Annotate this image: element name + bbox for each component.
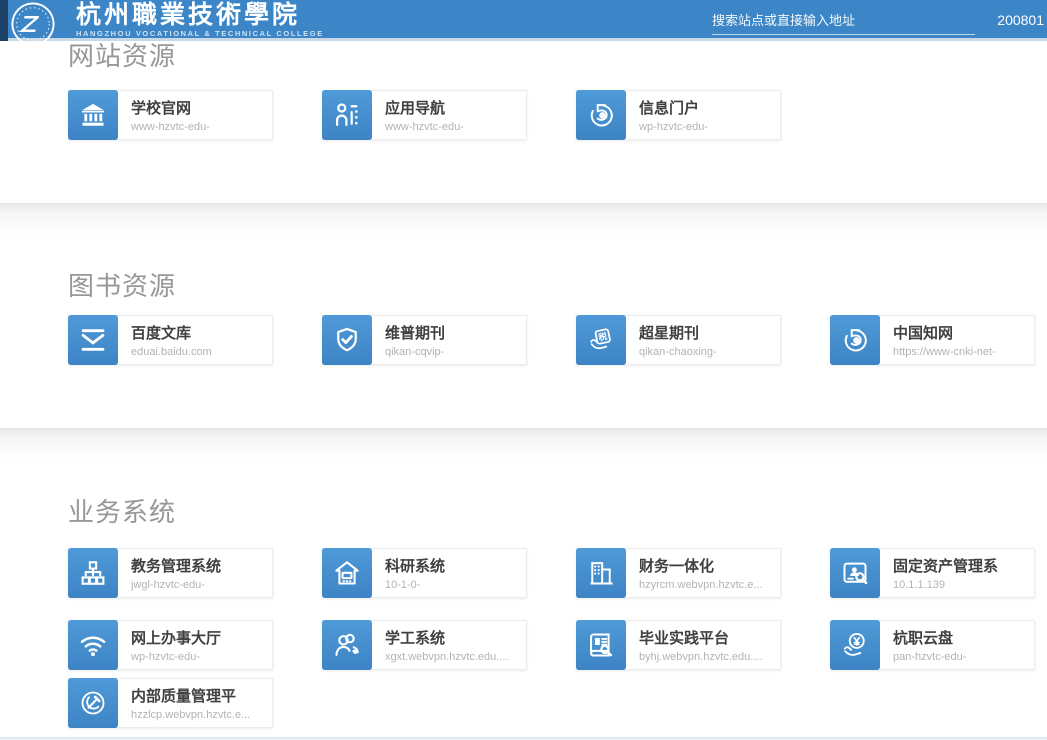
app-card-subtitle: qikan-cqvip- <box>385 346 445 358</box>
section-title-business-systems: 业务系统 <box>68 492 176 529</box>
library-resources-row: 百度文库 eduai.baidu.com 维普期刊 qikan-cqvip- 税 超星期刊… <box>68 315 1035 365</box>
document-library-icon <box>68 315 118 365</box>
business-systems-row-1: 教务管理系统 jwgl-hzvtc-edu- 科研系统 10-1-0- 财务一体化 hzy… <box>68 548 1035 598</box>
document-search-icon <box>576 620 626 670</box>
app-card-subtitle: wp-hzvtc-edu- <box>131 651 221 663</box>
top-header-bar: 杭州職業技術學院 HANGZHOU VOCATIONAL & TECHNICAL… <box>0 0 1047 41</box>
college-logo-icon <box>10 1 56 47</box>
app-card-title: 信息门户 <box>639 97 708 118</box>
app-card-title: 教务管理系统 <box>131 555 221 576</box>
college-brand: 杭州職業技術學院 HANGZHOU VOCATIONAL & TECHNICAL… <box>76 2 324 38</box>
app-card-title: 网上办事大厅 <box>131 627 221 648</box>
app-card-subtitle: 10-1-0- <box>385 579 445 591</box>
app-card[interactable]: 维普期刊 qikan-cqvip- <box>322 315 527 365</box>
app-card[interactable]: 信息门户 wp-hzvtc-edu- <box>576 90 781 140</box>
svg-text:税: 税 <box>597 330 608 343</box>
app-card-title: 固定资产管理系 <box>893 555 998 576</box>
app-card[interactable]: 毕业实践平台 byhj.webvpn.hzvtc.edu.... <box>576 620 781 670</box>
website-resources-row: 学校官网 www-hzvtc-edu- 应用导航 www-hzvtc-edu- 信息门户… <box>68 90 781 140</box>
wifi-icon <box>68 620 118 670</box>
app-card[interactable]: 中国知网 https://www-cnki-net- <box>830 315 1035 365</box>
buildings-icon <box>576 548 626 598</box>
app-card-title: 百度文库 <box>131 322 212 343</box>
app-card-title: 学校官网 <box>131 97 210 118</box>
app-card-subtitle: byhj.webvpn.hzvtc.edu.... <box>639 651 763 663</box>
section-title-website-resources: 网站资源 <box>68 36 176 73</box>
app-card-subtitle: jwgl-hzvtc-edu- <box>131 579 221 591</box>
app-card-title: 中国知网 <box>893 322 996 343</box>
portal-page: 网站资源 学校官网 www-hzvtc-edu- 应用导航 www-hzvtc-edu… <box>0 0 1047 740</box>
id-card-search-icon <box>830 548 880 598</box>
app-card-subtitle: qikan-chaoxing- <box>639 346 717 358</box>
app-card-title: 毕业实践平台 <box>639 627 763 648</box>
app-card-subtitle: xgxt.webvpn.hzvtc.edu.... <box>385 651 509 663</box>
app-card-title: 杭职云盘 <box>893 627 966 648</box>
search-input[interactable] <box>712 7 975 35</box>
app-card[interactable]: 网上办事大厅 wp-hzvtc-edu- <box>68 620 273 670</box>
hand-coin-icon <box>830 620 880 670</box>
section-divider <box>0 203 1047 237</box>
app-card[interactable]: 财务一体化 hzyrcm.webvpn.hzvtc.e... <box>576 548 781 598</box>
business-systems-row-3: 内部质量管理平 hzzlcp.webvpn.hzvtc.e... <box>68 678 273 728</box>
header-edge-strip <box>0 0 8 41</box>
app-card[interactable]: 应用导航 www-hzvtc-edu- <box>322 90 527 140</box>
bank-icon <box>68 90 118 140</box>
org-chart-icon <box>68 548 118 598</box>
app-nav-icon <box>322 90 372 140</box>
app-card-subtitle: https://www-cnki-net- <box>893 346 996 358</box>
app-card-subtitle: www-hzvtc-edu- <box>385 121 464 133</box>
app-card[interactable]: 教务管理系统 jwgl-hzvtc-edu- <box>68 548 273 598</box>
section-divider <box>0 428 1047 462</box>
people-heart-icon <box>322 620 372 670</box>
college-name-en: HANGZHOU VOCATIONAL & TECHNICAL COLLEGE <box>76 29 324 38</box>
section-title-library-resources: 图书资源 <box>68 266 176 303</box>
app-card-subtitle: wp-hzvtc-edu- <box>639 121 708 133</box>
app-card[interactable]: 百度文库 eduai.baidu.com <box>68 315 273 365</box>
app-card-title: 学工系统 <box>385 627 509 648</box>
app-card[interactable]: 杭职云盘 pan-hzvtc-edu- <box>830 620 1035 670</box>
house-icon <box>322 548 372 598</box>
hammer-sickle-icon <box>68 678 118 728</box>
app-card-subtitle: 10.1.1.139 <box>893 579 998 591</box>
app-card-title: 维普期刊 <box>385 322 445 343</box>
app-card[interactable]: 固定资产管理系 10.1.1.139 <box>830 548 1035 598</box>
app-card-title: 应用导航 <box>385 97 464 118</box>
app-card-title: 超星期刊 <box>639 322 717 343</box>
app-card-subtitle: eduai.baidu.com <box>131 346 212 358</box>
spiral-5-icon <box>576 90 626 140</box>
app-card[interactable]: 科研系统 10-1-0- <box>322 548 527 598</box>
spiral-5-icon <box>830 315 880 365</box>
app-card-subtitle: hzyrcm.webvpn.hzvtc.e... <box>639 579 763 591</box>
user-id-label: 200801 <box>997 12 1044 28</box>
business-systems-row-2: 网上办事大厅 wp-hzvtc-edu- 学工系统 xgxt.webvpn.hzvtc… <box>68 620 1035 670</box>
app-card[interactable]: 税 超星期刊 qikan-chaoxing- <box>576 315 781 365</box>
app-card-title: 内部质量管理平 <box>131 685 250 706</box>
app-card-subtitle: pan-hzvtc-edu- <box>893 651 966 663</box>
college-name: 杭州職業技術學院 <box>76 2 324 28</box>
app-card-subtitle: www-hzvtc-edu- <box>131 121 210 133</box>
app-card-title: 财务一体化 <box>639 555 763 576</box>
shield-check-icon <box>322 315 372 365</box>
app-card[interactable]: 内部质量管理平 hzzlcp.webvpn.hzvtc.e... <box>68 678 273 728</box>
app-card-title: 科研系统 <box>385 555 445 576</box>
app-card[interactable]: 学校官网 www-hzvtc-edu- <box>68 90 273 140</box>
app-card-subtitle: hzzlcp.webvpn.hzvtc.e... <box>131 709 250 721</box>
app-card[interactable]: 学工系统 xgxt.webvpn.hzvtc.edu.... <box>322 620 527 670</box>
hand-stamp-icon: 税 <box>576 315 626 365</box>
